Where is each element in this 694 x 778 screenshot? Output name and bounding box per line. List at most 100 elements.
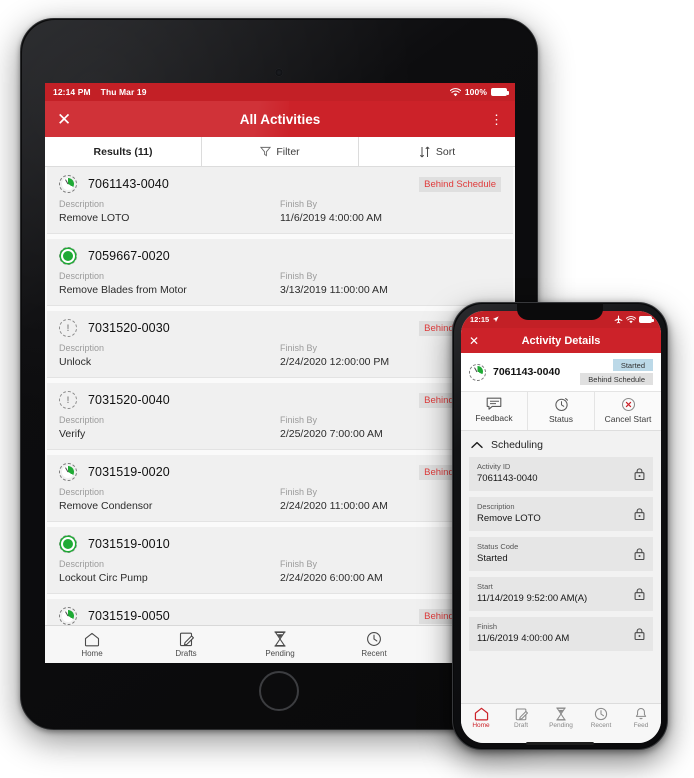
nav-item-recent[interactable]: Recent xyxy=(581,707,621,729)
description-label: Description xyxy=(59,487,105,497)
field-start[interactable]: Start 11/14/2019 9:52:00 AM(A) xyxy=(469,577,653,611)
nav-item-home[interactable]: Home xyxy=(461,707,501,729)
description-column: Description Verify xyxy=(59,415,280,440)
field-description[interactable]: Description Remove LOTO xyxy=(469,497,653,531)
phone-home-indicator[interactable] xyxy=(526,742,594,745)
screenshot-stage: 12:14 PM Thu Mar 19 100% ✕ All Activitie… xyxy=(0,0,694,778)
feedback-button[interactable]: Feedback xyxy=(461,392,528,430)
status-badge-behind: Behind Schedule xyxy=(580,373,653,385)
nav-item-pending[interactable]: Pending xyxy=(233,631,327,658)
lock-icon xyxy=(634,628,645,641)
tablet-status-bar: 12:14 PM Thu Mar 19 100% xyxy=(45,83,515,101)
description-column: Description Remove LOTO xyxy=(59,199,280,224)
sort-arrows-icon xyxy=(419,146,431,158)
comment-icon xyxy=(486,397,502,411)
tab-sort[interactable]: Sort xyxy=(359,137,515,166)
description-value: Lockout Circ Pump xyxy=(59,572,148,584)
description-column: Description Unlock xyxy=(59,343,280,368)
wifi-icon xyxy=(449,87,461,97)
status-badge: Behind Schedule xyxy=(419,176,501,192)
activity-id: 7061143-0040 xyxy=(88,177,169,191)
activity-id: 7059667-0020 xyxy=(88,249,170,263)
nav-item-home[interactable]: Home xyxy=(45,631,139,658)
battery-icon xyxy=(639,316,654,323)
nav-label: Home xyxy=(81,649,103,658)
nav-label: Draft xyxy=(513,722,529,729)
not-started-icon: ! xyxy=(59,391,77,409)
table-row[interactable]: 7031519-0010 Description Lockout Circ Pu… xyxy=(47,527,513,594)
lock-icon xyxy=(634,548,645,561)
table-row[interactable]: 7061143-0040 Behind Schedule Description… xyxy=(47,167,513,234)
field-label: Status Code xyxy=(477,542,519,551)
tablet-app-bar: ✕ All Activities ⋮ xyxy=(45,101,515,137)
tab-filter[interactable]: Filter xyxy=(202,137,359,166)
scheduling-fields: Activity ID 7061143-0040 Description Rem… xyxy=(461,457,661,651)
phone-bottom-navigation: Home Draft Pending Recent Feed xyxy=(461,703,661,743)
nav-label: Pending xyxy=(265,649,295,658)
lock-icon xyxy=(634,588,645,601)
tablet-screen: 12:14 PM Thu Mar 19 100% ✕ All Activitie… xyxy=(45,83,515,663)
table-row[interactable]: 7031519-0050 Behind Schedule Description… xyxy=(47,599,513,625)
tablet-front-camera xyxy=(275,69,283,76)
cancel-start-button[interactable]: Cancel Start xyxy=(595,392,661,430)
field-status-code[interactable]: Status Code Started xyxy=(469,537,653,571)
finish-by-column: Finish By 3/13/2019 11:00:00 AM xyxy=(280,271,501,296)
field-label: Description xyxy=(477,502,515,511)
action-label: Feedback xyxy=(475,413,513,423)
nav-item-recent[interactable]: Recent xyxy=(327,631,421,658)
nav-item-feed[interactable]: Feed xyxy=(621,707,661,729)
finish-by-column: Finish By 11/6/2019 4:00:00 AM xyxy=(280,199,501,224)
field-activity-id[interactable]: Activity ID 7061143-0040 xyxy=(469,457,653,491)
tab-results[interactable]: Results (11) xyxy=(45,137,202,166)
nav-item-pending[interactable]: Pending xyxy=(541,707,581,729)
in-progress-icon xyxy=(469,363,486,381)
close-icon[interactable]: ✕ xyxy=(469,335,479,347)
table-row[interactable]: 7031519-0020 Behind Schedule Description… xyxy=(47,455,513,522)
description-value: Verify xyxy=(59,428,86,440)
table-row[interactable]: ! 7031520-0040 Behind Schedule Descripti… xyxy=(47,383,513,450)
activity-id: 7031520-0030 xyxy=(88,321,170,335)
field-value: 11/6/2019 4:00:00 AM xyxy=(477,633,570,644)
kebab-menu-icon[interactable]: ⋮ xyxy=(490,113,503,126)
phone-action-bar: Feedback Status Cancel Start xyxy=(461,392,661,431)
activity-list[interactable]: 7061143-0040 Behind Schedule Description… xyxy=(45,167,515,625)
finish-by-label: Finish By xyxy=(280,271,318,281)
field-label: Finish xyxy=(477,622,498,631)
nav-item-draft[interactable]: Draft xyxy=(501,707,541,729)
chevron-up-icon[interactable] xyxy=(471,441,483,449)
in-progress-icon xyxy=(59,607,77,625)
tablet-bottom-navigation: Home Drafts Pending Recent xyxy=(45,625,515,663)
complete-icon xyxy=(59,535,77,553)
description-value: Remove Blades from Motor xyxy=(59,284,187,296)
tablet-tab-bar: Results (11) Filter Sort xyxy=(45,137,515,167)
finish-by-label: Finish By xyxy=(280,199,318,209)
description-label: Description xyxy=(59,559,105,569)
close-icon[interactable]: ✕ xyxy=(57,111,77,128)
activity-id: 7031519-0050 xyxy=(88,609,170,623)
field-value: Started xyxy=(477,553,508,564)
description-column: Description Remove Blades from Motor xyxy=(59,271,280,296)
in-progress-icon xyxy=(59,175,77,193)
description-column: Description Lockout Circ Pump xyxy=(59,559,280,584)
page-title: All Activities xyxy=(239,111,321,127)
section-title: Scheduling xyxy=(491,439,543,451)
clock-icon xyxy=(554,397,569,412)
status-button[interactable]: Status xyxy=(528,392,595,430)
tablet-home-button[interactable] xyxy=(259,671,299,711)
field-label: Start xyxy=(477,582,493,591)
nav-item-drafts[interactable]: Drafts xyxy=(139,631,233,658)
draft-pencil-icon xyxy=(179,631,194,647)
airplane-icon xyxy=(614,315,623,324)
nav-label: Drafts xyxy=(175,649,197,658)
field-finish[interactable]: Finish 11/6/2019 4:00:00 AM xyxy=(469,617,653,651)
tablet-battery-percent: 100% xyxy=(464,87,487,97)
scheduling-section-header[interactable]: Scheduling xyxy=(461,431,661,457)
home-icon xyxy=(474,707,489,721)
nav-label: Recent xyxy=(590,722,612,729)
tab-filter-label: Filter xyxy=(276,145,300,158)
table-row[interactable]: 7059667-0020 Description Remove Blades f… xyxy=(47,239,513,306)
lock-icon xyxy=(634,468,645,481)
activity-id: 7061143-0040 xyxy=(493,366,561,378)
in-progress-icon xyxy=(59,463,77,481)
table-row[interactable]: ! 7031520-0030 Behind Schedule Descripti… xyxy=(47,311,513,378)
